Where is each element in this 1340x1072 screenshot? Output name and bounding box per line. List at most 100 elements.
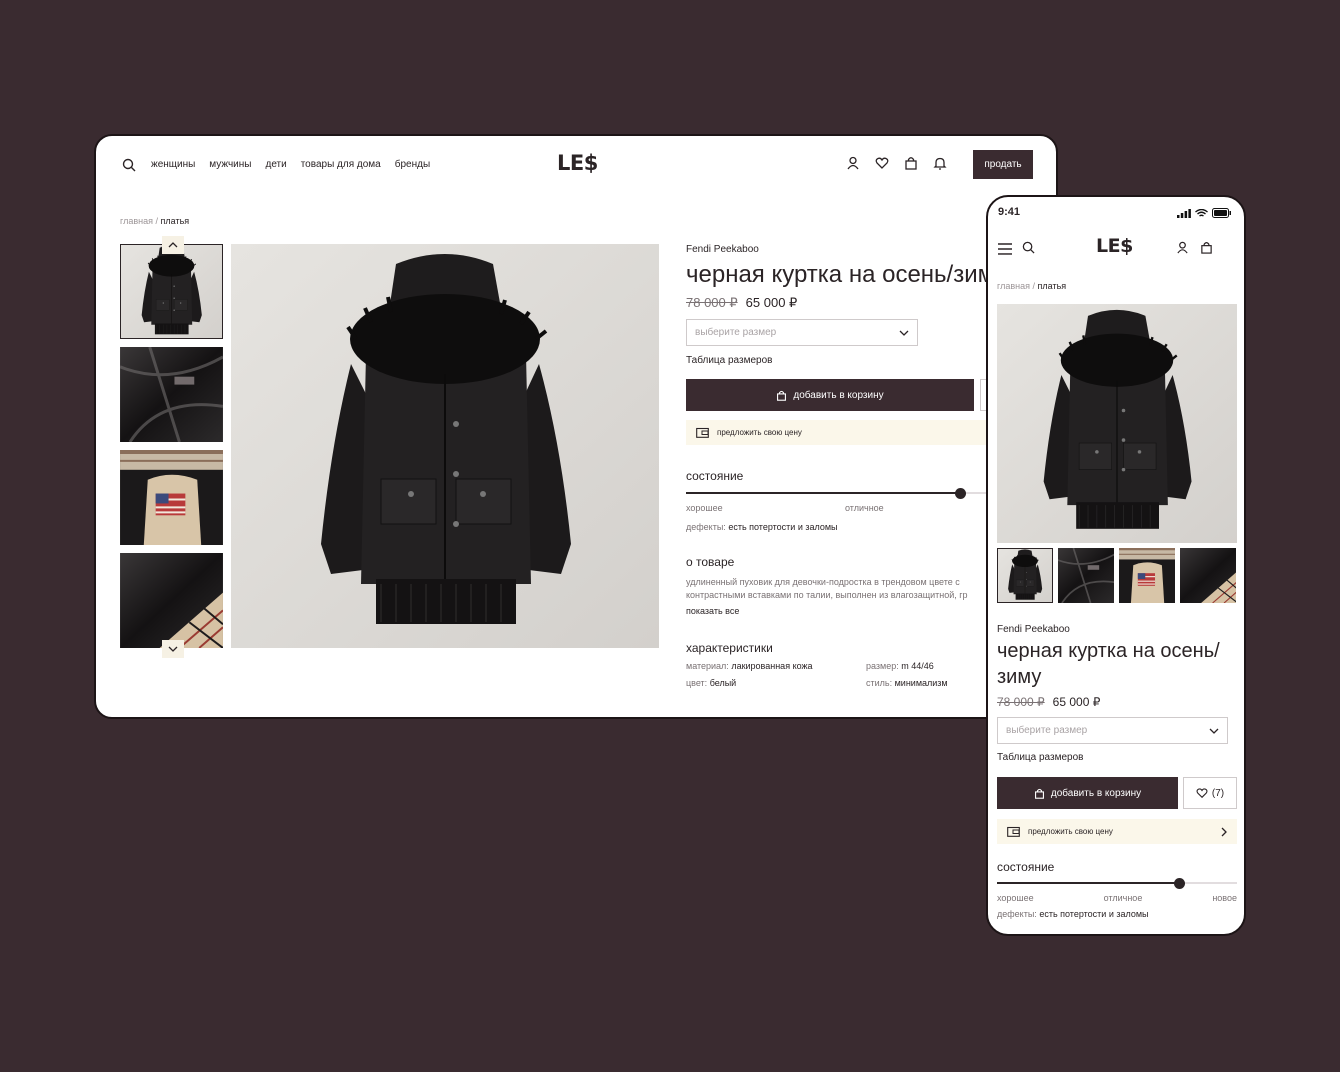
desktop-window: женщины мужчины дети товары для дома бре… [94, 134, 1058, 719]
mobile-device: 9:41 LE$ главная / платья Fendi Peekaboo… [986, 195, 1246, 936]
defects-label: дефекты: [997, 909, 1037, 919]
old-price: 78 000 ₽ [686, 295, 738, 310]
thumbnail-4[interactable] [120, 553, 223, 648]
thumbnail-2[interactable] [120, 347, 223, 442]
offer-price-content: предложить свою цену [1007, 826, 1113, 837]
condition-fill [686, 492, 960, 494]
search-icon[interactable] [122, 158, 136, 177]
size-table-link[interactable]: Таблица размеров [997, 752, 1237, 763]
sell-button[interactable]: продать [973, 150, 1033, 179]
spec-color: цвет: белый [686, 678, 737, 688]
thumbnail-down-button[interactable] [162, 640, 184, 658]
breadcrumb-current: платья [1037, 281, 1067, 291]
menu-icon[interactable] [998, 242, 1012, 260]
breadcrumb: главная / платья [997, 281, 1066, 291]
bag-icon[interactable] [1200, 241, 1213, 259]
thumbnail-3[interactable] [120, 450, 223, 545]
user-icon[interactable] [1176, 241, 1189, 259]
user-icon[interactable] [846, 156, 860, 175]
condition-heading: состояние [997, 860, 1055, 874]
logo-text: LE$ [557, 151, 598, 175]
logo[interactable]: LE$ [557, 151, 598, 175]
product-info: Fendi Peekaboo черная куртка на осень/ з… [997, 624, 1237, 919]
bag-icon[interactable] [904, 156, 918, 175]
bell-icon[interactable] [933, 156, 947, 175]
main-product-photo[interactable] [997, 304, 1237, 543]
chevron-down-icon [1209, 728, 1219, 734]
chevron-down-icon [168, 646, 178, 652]
nav-icons [846, 156, 947, 175]
defects-row: дефекты: есть потертости и заломы [997, 909, 1237, 919]
old-price: 78 000 ₽ [997, 695, 1045, 709]
condition-knob [954, 488, 966, 499]
wifi-icon [1195, 208, 1208, 217]
thumbnail-1[interactable] [120, 244, 223, 339]
spec-size: размер: m 44/46 [866, 661, 934, 671]
chevron-right-icon [1221, 827, 1227, 836]
thumbnail-3[interactable] [1119, 548, 1175, 603]
offer-price-row[interactable]: предложить свою цену [997, 819, 1237, 844]
condition-label-good: хорошее [686, 503, 723, 513]
heart-icon [1196, 788, 1208, 799]
favorite-button[interactable]: (7) [1183, 777, 1237, 809]
heart-icon[interactable] [875, 156, 889, 175]
signal-icon [1177, 208, 1191, 218]
defects-label: дефекты: [686, 522, 726, 532]
nav-link-brands[interactable]: бренды [395, 159, 430, 170]
nav-link-men[interactable]: мужчины [209, 159, 251, 170]
thumbnail-4[interactable] [1180, 548, 1236, 603]
main-product-photo[interactable] [231, 244, 659, 648]
logo[interactable]: LE$ [1096, 235, 1133, 257]
thumbnail-2[interactable] [1058, 548, 1114, 603]
wallet-icon [1007, 826, 1020, 837]
size-select-placeholder: выберите размер [695, 327, 777, 338]
current-price: 65 000 ₽ [1052, 695, 1101, 709]
nav-link-home-goods[interactable]: товары для дома [301, 159, 381, 170]
product-title: черная куртка на осень/ зиму [997, 638, 1237, 690]
search-icon[interactable] [1022, 241, 1035, 259]
nav-link-kids[interactable]: дети [265, 159, 286, 170]
thumbnail-1[interactable] [997, 548, 1053, 603]
spec-material: материал: лакированная кожа [686, 661, 813, 671]
cart-actions: добавить в корзину (7) [997, 777, 1237, 809]
offer-price-label: предложить свою цену [717, 428, 802, 437]
thumbnail-up-button[interactable] [162, 236, 184, 254]
breadcrumb-separator: / [1032, 281, 1036, 291]
spec-style: стиль: минимализм [866, 678, 948, 688]
product-title-line-2: зиму [997, 666, 1042, 688]
current-price: 65 000 ₽ [745, 295, 798, 310]
defects-value: есть потертости и заломы [1039, 909, 1149, 919]
add-to-cart-label: добавить в корзину [793, 389, 884, 401]
nav-link-women[interactable]: женщины [151, 159, 195, 170]
condition-knob [1174, 878, 1186, 889]
condition-label-excellent: отличное [845, 503, 884, 513]
breadcrumb-home[interactable]: главная [997, 281, 1030, 291]
chevron-up-icon [168, 242, 178, 248]
add-to-cart-button[interactable]: добавить в корзину [997, 777, 1178, 809]
top-nav: женщины мужчины дети товары для дома бре… [96, 136, 1056, 196]
thumbnail-row [997, 548, 1236, 603]
breadcrumb: главная / платья [120, 216, 189, 226]
price-row: 78 000 ₽ 65 000 ₽ [997, 695, 1237, 709]
thumbnail-column [120, 244, 224, 649]
status-icons [1177, 208, 1232, 218]
size-select[interactable]: выберите размер [686, 319, 918, 346]
condition-fill [997, 882, 1180, 884]
size-select[interactable]: выберите размер [997, 717, 1228, 744]
condition-labels: хорошее отличное новое [997, 893, 1237, 903]
product-brand[interactable]: Fendi Peekaboo [997, 624, 1237, 635]
breadcrumb-separator: / [155, 216, 159, 226]
chevron-down-icon [899, 330, 909, 336]
battery-icon [1212, 208, 1231, 218]
breadcrumb-home[interactable]: главная [120, 216, 153, 226]
bag-icon [1034, 788, 1044, 799]
logo-text: LE$ [1096, 235, 1133, 257]
nav-links: женщины мужчины дети товары для дома бре… [151, 159, 430, 170]
status-time: 9:41 [998, 206, 1021, 218]
defects-value: есть потертости и заломы [728, 522, 838, 532]
condition-scale [997, 878, 1237, 889]
wallet-icon [696, 427, 709, 438]
condition-label-good: хорошее [997, 893, 1034, 903]
add-to-cart-button[interactable]: добавить в корзину [686, 379, 974, 411]
favorite-count: (7) [1211, 787, 1225, 799]
